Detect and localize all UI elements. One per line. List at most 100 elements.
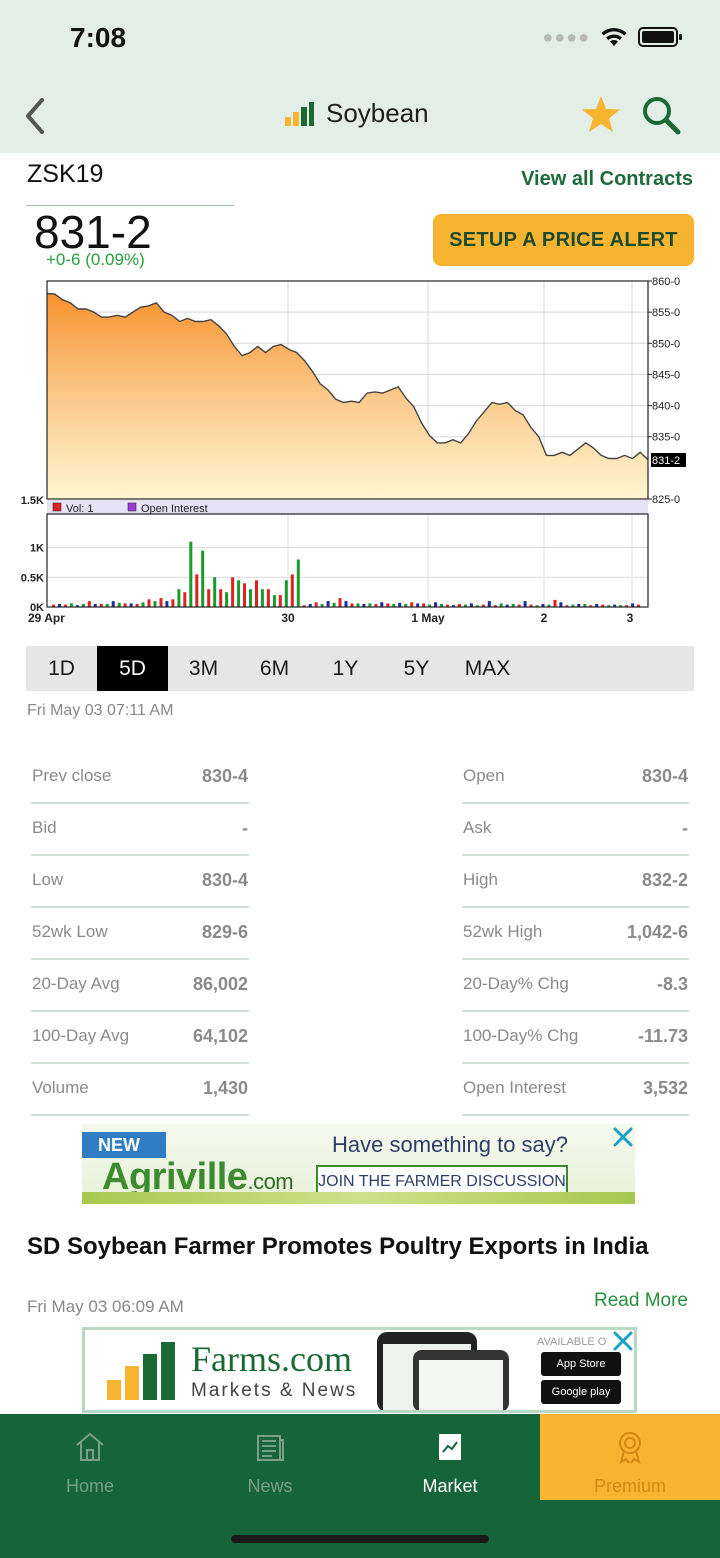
stat-label: Low (32, 870, 64, 889)
price-change: +0-6 (0.09%) (46, 250, 145, 269)
stats-left-column: Prev close 830-4 Bid - Low 830-4 52wk Low 82… (31, 752, 249, 1116)
read-more-link[interactable]: Read More (594, 1290, 688, 1312)
ad-new-badge: NEW (82, 1132, 166, 1158)
volume-bar (332, 602, 336, 607)
stat-label: 100-Day% Chg (463, 1026, 579, 1045)
volume-bar (147, 599, 151, 607)
volume-bar (272, 595, 276, 607)
volume-bar (171, 599, 175, 607)
x-tick-label: 30 (281, 611, 295, 625)
range-tab-3m[interactable]: 3M (168, 646, 239, 691)
volume-bar (201, 550, 205, 607)
stat-row-20-day-avg: 20-Day Avg 86,002 (31, 960, 249, 1012)
volume-bar (153, 601, 157, 607)
range-tab-max[interactable]: MAX (452, 646, 523, 691)
last-price-tag: 831-2 (651, 453, 686, 467)
price-chart: 860-0 855-0 850-0 845-0 840-0 835-0 825-0 831-… (21, 276, 686, 625)
volume-bar (284, 580, 288, 607)
stat-row-bid: Bid - (31, 804, 249, 856)
volume-bar (266, 589, 270, 607)
stat-row-open-interest: Open Interest 3,532 (462, 1064, 689, 1116)
home-indicator (231, 1535, 489, 1543)
legend-strip (47, 500, 648, 514)
volume-bar (380, 602, 384, 607)
stat-row-100-day-avg: 100-Day Avg 64,102 (31, 1012, 249, 1064)
range-tab-1d[interactable]: 1D (26, 646, 97, 691)
stat-row-20-day-chg: 20-Day% Chg -8.3 (462, 960, 689, 1012)
volume-bar (219, 589, 223, 607)
stat-label: Ask (463, 818, 492, 837)
range-tab-6m[interactable]: 6M (239, 646, 310, 691)
status-time: 7:08 (70, 22, 127, 53)
legend-open-interest-label: Open Interest (141, 503, 208, 515)
price-tick-label: 855-0 (652, 307, 680, 319)
volume-bar (260, 589, 264, 607)
tab-label: Market (422, 1476, 478, 1496)
range-tab-5d[interactable]: 5D (97, 646, 168, 691)
price-tick-label: 835-0 (652, 432, 680, 444)
bar-chart-icon (285, 101, 314, 126)
volume-bar (159, 598, 163, 607)
range-selector: 1D 5D 3M 6M 1Y 5Y MAX (26, 646, 694, 691)
x-tick-label: 2 (541, 611, 548, 625)
stat-value: - (242, 818, 248, 838)
stat-value: 829-6 (201, 922, 248, 942)
setup-price-alert-button[interactable]: SETUP A PRICE ALERT (433, 214, 694, 266)
stat-value: 830-4 (201, 766, 248, 786)
app-store-badge[interactable]: App Store (541, 1352, 621, 1376)
legend-volume-label: Vol: 1 (66, 503, 94, 515)
stat-value: - (682, 818, 688, 838)
tab-label: Premium (593, 1476, 666, 1496)
volume-bar (290, 574, 294, 607)
ad-available-label: AVAILABLE O (537, 1336, 607, 1348)
tab-home[interactable]: Home (0, 1414, 180, 1500)
page-title: Soybean (326, 98, 429, 128)
google-play-badge[interactable]: Google play (541, 1380, 621, 1404)
volume-bar (231, 577, 235, 607)
battery-icon (638, 27, 682, 47)
volume-bar (553, 599, 557, 607)
volume-bar (243, 583, 246, 607)
stat-row-prev-close: Prev close 830-4 (31, 752, 249, 804)
volume-bar (183, 592, 187, 607)
contract-code: ZSK19 (27, 160, 104, 188)
view-all-contracts-link[interactable]: View all Contracts (521, 168, 693, 191)
ad-grass-decoration (82, 1192, 635, 1204)
search-button[interactable] (640, 94, 682, 136)
tab-label: Home (65, 1476, 114, 1496)
nav-bar: Soybean (0, 80, 720, 153)
volume-bar (165, 601, 169, 607)
close-ad-icon[interactable] (610, 1328, 636, 1354)
status-icons: ●●●● (543, 26, 685, 48)
phone-mockup-icon (377, 1332, 509, 1410)
market-icon (439, 1434, 461, 1460)
volume-bar (434, 602, 438, 607)
tab-premium[interactable]: Premium (540, 1414, 720, 1500)
volume-bar (559, 602, 563, 607)
price-axis-labels: 860-0 855-0 850-0 845-0 840-0 835-0 825-0 (648, 276, 680, 506)
range-tab-5y[interactable]: 5Y (381, 646, 452, 691)
farms-com-ad-banner[interactable]: Farms.com Markets & News AVAILABLE O App… (82, 1327, 637, 1413)
volume-bar (398, 602, 402, 607)
news-headline[interactable]: SD Soybean Farmer Promotes Poultry Expor… (27, 1233, 648, 1261)
stat-row-open: Open 830-4 (462, 752, 689, 804)
volume-bar (523, 601, 527, 607)
status-bar: 7:08 ●●●● (0, 0, 720, 80)
ad-farms-subtitle: Markets & News (191, 1380, 358, 1401)
back-button[interactable] (18, 94, 58, 138)
stat-label: 20-Day Avg (32, 974, 120, 993)
volume-bar (314, 602, 318, 607)
stat-value: -8.3 (656, 974, 688, 994)
price-tick-label: 825-0 (652, 494, 680, 506)
volume-bar (278, 595, 282, 607)
agriville-ad-banner[interactable]: NEW Agriville.com Have something to say?… (82, 1124, 635, 1204)
range-tab-1y[interactable]: 1Y (310, 646, 381, 691)
favorite-star-button[interactable] (580, 94, 622, 136)
tab-news[interactable]: News (180, 1414, 360, 1500)
tab-market[interactable]: Market (360, 1414, 540, 1500)
stat-value: -11.73 (637, 1026, 688, 1046)
volume-bar (326, 601, 330, 607)
volume-bar (338, 598, 342, 607)
stats-right-column: Open 830-4 Ask - High 832-2 52wk High 1,042-… (462, 752, 689, 1116)
close-ad-icon[interactable] (610, 1124, 636, 1150)
